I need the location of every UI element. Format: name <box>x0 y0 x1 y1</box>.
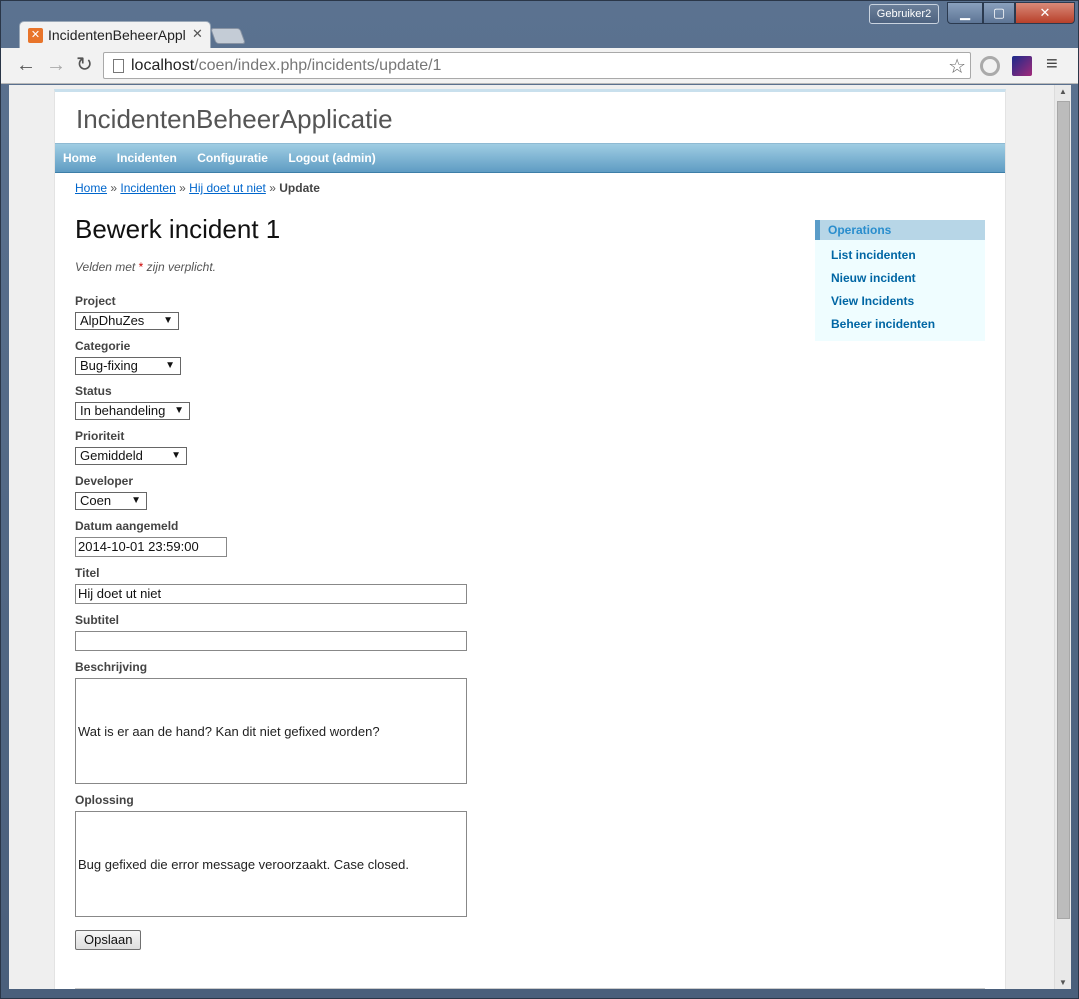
titel-label: Titel <box>75 566 100 580</box>
prioriteit-label: Prioriteit <box>75 429 125 443</box>
menu-item-configuratie[interactable]: Configuratie <box>189 144 276 172</box>
project-value: AlpDhuZes <box>80 313 145 328</box>
menu-item-home[interactable]: Home <box>55 144 104 172</box>
breadcrumb: Home » Incidenten » Hij doet ut niet » U… <box>75 181 320 195</box>
project-label: Project <box>75 294 116 308</box>
close-window-button[interactable]: ✕ <box>1015 2 1075 24</box>
save-button[interactable]: Opslaan <box>75 930 142 950</box>
bookmark-star-icon[interactable]: ☆ <box>948 54 966 79</box>
beheer-incidenten-link[interactable]: Beheer incidenten <box>831 317 935 331</box>
list-item: View Incidents <box>831 291 985 314</box>
dropdown-arrow-icon: ▼ <box>174 405 184 416</box>
beschrijving-value: Wat is er aan de hand? Kan dit niet gefi… <box>78 723 380 739</box>
profile-button[interactable]: Gebruiker2 <box>869 4 939 24</box>
footer-divider <box>75 988 985 989</box>
dropdown-arrow-icon: ▼ <box>131 495 141 506</box>
nieuw-incident-link[interactable]: Nieuw incident <box>831 271 916 285</box>
categorie-select[interactable]: Bug-fixing ▼ <box>75 357 181 375</box>
list-item: Beheer incidenten <box>831 314 985 337</box>
project-select[interactable]: AlpDhuZes ▼ <box>75 312 179 330</box>
oplossing-label: Oplossing <box>75 793 134 807</box>
categorie-label: Categorie <box>75 339 131 353</box>
scrollbar[interactable]: ▲ ▼ <box>1054 85 1071 989</box>
dropdown-arrow-icon: ▼ <box>165 360 175 371</box>
url-text: localhost/coen/index.php/incidents/updat… <box>131 57 441 75</box>
breadcrumb-incident[interactable]: Hij doet ut niet <box>189 181 266 195</box>
back-arrow-icon[interactable]: ← <box>16 54 36 76</box>
dropdown-arrow-icon: ▼ <box>171 450 181 461</box>
beschrijving-label: Beschrijving <box>75 660 148 674</box>
status-select[interactable]: In behandeling ▼ <box>75 402 190 420</box>
operations-list: List incidenten Nieuw incident View Inci… <box>815 240 985 337</box>
datum-label: Datum aangemeld <box>75 519 179 533</box>
address-bar[interactable]: localhost/coen/index.php/incidents/updat… <box>103 52 971 79</box>
breadcrumb-separator: » <box>110 181 118 195</box>
list-item: Nieuw incident <box>831 268 985 291</box>
tab-title: IncidentenBeheerApplicatie <box>48 27 186 43</box>
oplossing-textarea[interactable]: Bug gefixed die error message veroorzaak… <box>75 811 467 917</box>
close-tab-icon[interactable]: ✕ <box>192 26 203 42</box>
required-note: Velden met * zijn verplicht. <box>75 260 216 274</box>
dropdown-arrow-icon: ▼ <box>163 315 173 326</box>
oplossing-value: Bug gefixed die error message veroorzaak… <box>78 856 409 872</box>
forward-arrow-icon[interactable]: → <box>46 54 66 76</box>
menu-icon[interactable]: ≡ <box>1046 53 1058 76</box>
scroll-thumb[interactable] <box>1057 101 1070 919</box>
breadcrumb-home[interactable]: Home <box>75 181 107 195</box>
browser-window: Gebruiker2 ▁ ▢ ✕ ✕ IncidentenBeheerAppli… <box>0 0 1079 999</box>
breadcrumb-separator: » <box>269 181 276 195</box>
required-star: * <box>138 260 144 274</box>
view-incidents-link[interactable]: View Incidents <box>831 294 914 308</box>
main-menu: Home Incidenten Configuratie Logout (adm… <box>55 143 1005 173</box>
new-tab-button[interactable] <box>210 28 246 44</box>
list-item: List incidenten <box>831 245 985 268</box>
url-host: localhost <box>131 57 195 74</box>
maximize-button[interactable]: ▢ <box>983 2 1015 24</box>
site-title: IncidentenBeheerApplicatie <box>76 104 393 134</box>
page-container: IncidentenBeheerApplicatie Home Incident… <box>54 89 1006 989</box>
subtitel-input[interactable] <box>75 631 467 651</box>
browser-tab[interactable]: ✕ IncidentenBeheerApplicatie ✕ <box>19 21 211 49</box>
status-value: In behandeling <box>80 403 166 418</box>
breadcrumb-incidenten[interactable]: Incidenten <box>120 181 175 195</box>
menu-item-incidenten[interactable]: Incidenten <box>109 144 185 172</box>
subtitel-label: Subtitel <box>75 613 119 627</box>
note-suffix: zijn verplicht. <box>146 260 216 274</box>
breadcrumb-current: Update <box>279 181 320 195</box>
prioriteit-value: Gemiddeld <box>80 448 143 463</box>
page-viewport: ▲ ▼ IncidentenBeheerApplicatie Home Inci… <box>9 85 1071 989</box>
browser-toolbar: ← → ↻ localhost/coen/index.php/incidents… <box>1 48 1078 84</box>
scroll-down-icon[interactable]: ▼ <box>1059 978 1067 987</box>
title-bar: Gebruiker2 ▁ ▢ ✕ ✕ IncidentenBeheerAppli… <box>1 1 1078 49</box>
extension-icon[interactable] <box>1012 56 1032 76</box>
url-path: /coen/index.php/incidents/update/1 <box>194 57 442 74</box>
scroll-up-icon[interactable]: ▲ <box>1059 87 1067 96</box>
operations-portlet: Operations List incidenten Nieuw inciden… <box>815 220 985 341</box>
minimize-button[interactable]: ▁ <box>947 2 983 24</box>
prioriteit-select[interactable]: Gemiddeld ▼ <box>75 447 187 465</box>
page-icon <box>113 59 124 73</box>
extension-icon[interactable] <box>980 56 1000 76</box>
operations-title: Operations <box>815 220 985 240</box>
status-label: Status <box>75 384 112 398</box>
xampp-icon: ✕ <box>28 28 43 43</box>
page-heading: Bewerk incident 1 <box>75 214 281 244</box>
developer-label: Developer <box>75 474 134 488</box>
developer-select[interactable]: Coen ▼ <box>75 492 147 510</box>
titel-input[interactable]: Hij doet ut niet <box>75 584 467 604</box>
list-incidenten-link[interactable]: List incidenten <box>831 248 916 262</box>
datum-input[interactable]: 2014-10-01 23:59:00 <box>75 537 227 557</box>
reload-icon[interactable]: ↻ <box>76 54 93 76</box>
breadcrumb-separator: » <box>179 181 186 195</box>
menu-item-logout[interactable]: Logout (admin) <box>280 144 383 172</box>
note-prefix: Velden met <box>75 260 136 274</box>
developer-value: Coen <box>80 493 112 508</box>
beschrijving-textarea[interactable]: Wat is er aan de hand? Kan dit niet gefi… <box>75 678 467 784</box>
categorie-value: Bug-fixing <box>80 358 138 373</box>
